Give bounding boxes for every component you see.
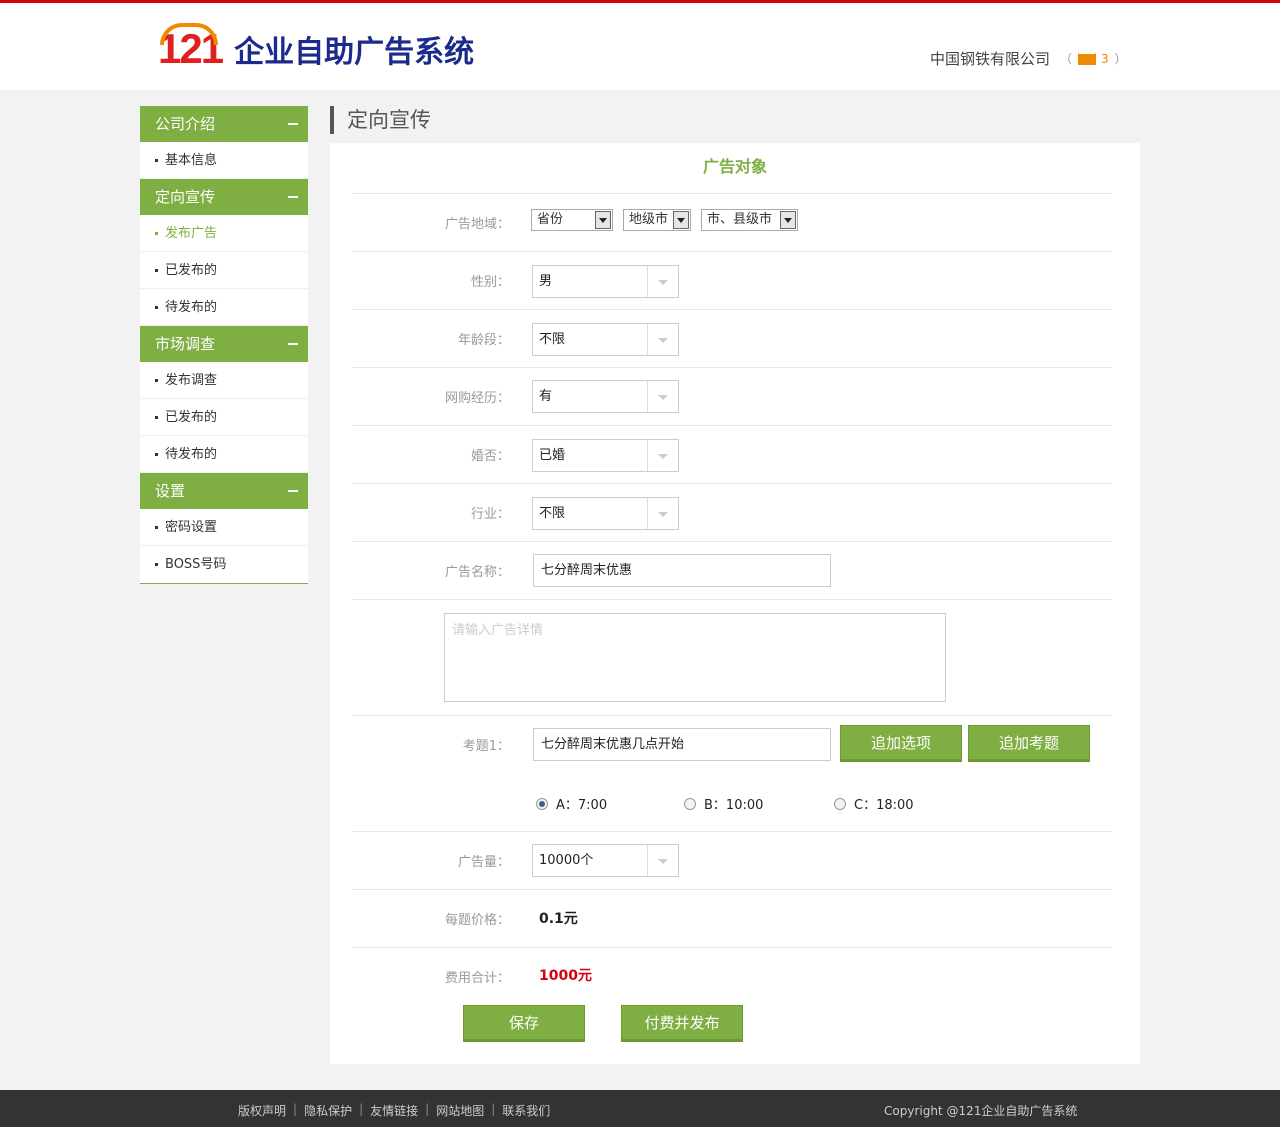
footer-separator: |	[359, 1102, 364, 1116]
divider	[352, 947, 1112, 948]
divider	[352, 483, 1112, 484]
logo-number: 121	[158, 23, 224, 72]
footer-separator: |	[491, 1102, 496, 1116]
collapse-icon[interactable]	[288, 343, 298, 345]
quantity-label: 广告量：	[457, 855, 510, 870]
marriage-label: 婚否：	[470, 449, 510, 464]
divider	[352, 367, 1112, 368]
save-button[interactable]: 保存	[463, 1005, 585, 1042]
sidebar-item-pending-surveys[interactable]: 待发布的	[140, 436, 308, 473]
footer-link-privacy[interactable]: 隐私保护	[304, 1102, 352, 1119]
gender-select[interactable]: 男	[532, 265, 679, 298]
chevron-down-icon	[658, 280, 668, 285]
region-label: 广告地域：	[444, 217, 510, 232]
option-c[interactable]: C：18:00	[834, 794, 914, 813]
divider	[352, 251, 1112, 252]
collapse-icon[interactable]	[288, 196, 298, 198]
company-name: 中国钢铁有限公司	[930, 50, 1051, 68]
sidebar-group-settings[interactable]: 设置	[140, 473, 308, 509]
sidebar-item-published-surveys[interactable]: 已发布的	[140, 399, 308, 436]
mail-link[interactable]: （ 3 ）	[1060, 50, 1127, 67]
chevron-down-icon	[658, 512, 668, 517]
sidebar-item-published-ads[interactable]: 已发布的	[140, 252, 308, 289]
mail-count: 3	[1101, 51, 1109, 66]
dropdown-arrow-icon	[595, 211, 611, 229]
company-info: 中国钢铁有限公司 （ 3 ）	[930, 48, 1127, 69]
header: 121 企业自助广告系统 中国钢铁有限公司 （ 3 ）	[0, 3, 1280, 90]
collapse-icon[interactable]	[288, 490, 298, 492]
divider	[352, 425, 1112, 426]
footer: 版权声明 | 隐私保护 | 友情链接 | 网站地图 | 联系我们 Copyrig…	[0, 1090, 1280, 1127]
industry-select[interactable]: 不限	[532, 497, 679, 530]
pay-publish-button[interactable]: 付费并发布	[621, 1005, 743, 1042]
page-title: 定向宣传	[330, 106, 431, 134]
total-label: 费用合计：	[444, 971, 510, 986]
radio-icon[interactable]	[684, 797, 696, 810]
shopping-label: 网购经历：	[444, 391, 510, 406]
sidebar-item-pending-ads[interactable]: 待发布的	[140, 289, 308, 326]
ad-name-label: 广告名称：	[444, 565, 510, 580]
copyright-text: Copyright @121企业自助广告系统	[884, 1104, 1078, 1118]
divider	[352, 541, 1112, 542]
total-value: 1000元	[539, 968, 592, 984]
chevron-down-icon	[658, 454, 668, 459]
option-a[interactable]: A：7:00	[536, 794, 607, 813]
logo-text: 企业自助广告系统	[234, 35, 475, 70]
divider	[352, 889, 1112, 890]
sidebar-item-publish-ad[interactable]: 发布广告	[140, 215, 308, 252]
sidebar-item-basic-info[interactable]: 基本信息	[140, 142, 308, 179]
age-select[interactable]: 不限	[532, 323, 679, 356]
city-select[interactable]: 地级市	[623, 209, 691, 231]
ad-form-panel: 广告对象 广告地域： 省份 地级市 市、县级市 性别： 男 年龄段： 不限 网购…	[330, 143, 1140, 1064]
footer-separator: |	[425, 1102, 430, 1116]
sidebar-item-boss-number[interactable]: BOSS号码	[140, 546, 308, 583]
price-label: 每题价格：	[444, 913, 510, 928]
marriage-select[interactable]: 已婚	[532, 439, 679, 472]
chevron-down-icon	[658, 338, 668, 343]
radio-icon[interactable]	[834, 797, 846, 810]
chevron-down-icon	[658, 859, 668, 864]
sidebar-item-password[interactable]: 密码设置	[140, 509, 308, 546]
collapse-icon[interactable]	[288, 123, 298, 125]
divider	[352, 193, 1112, 194]
add-option-button[interactable]: 追加选项	[840, 725, 962, 762]
footer-links: 版权声明 | 隐私保护 | 友情链接 | 网站地图 | 联系我们	[238, 1102, 550, 1119]
divider	[352, 715, 1112, 716]
dropdown-arrow-icon	[673, 211, 689, 229]
gender-label: 性别：	[470, 275, 510, 290]
ad-name-input[interactable]: 七分醉周末优惠	[533, 554, 831, 587]
dropdown-arrow-icon	[780, 211, 796, 229]
province-select[interactable]: 省份	[531, 209, 613, 231]
radio-selected-icon[interactable]	[536, 797, 548, 810]
age-label: 年龄段：	[457, 333, 510, 348]
county-select[interactable]: 市、县级市	[701, 209, 798, 231]
option-b[interactable]: B：10:00	[684, 794, 763, 813]
footer-link-contact[interactable]: 联系我们	[502, 1102, 550, 1119]
industry-label: 行业：	[470, 507, 510, 522]
sidebar-item-publish-survey[interactable]: 发布调查	[140, 362, 308, 399]
footer-separator: |	[293, 1102, 298, 1116]
divider	[352, 309, 1112, 310]
shopping-select[interactable]: 有	[532, 380, 679, 413]
quantity-select[interactable]: 10000个	[532, 844, 679, 877]
add-question-button[interactable]: 追加考题	[968, 725, 1090, 762]
sidebar-group-company[interactable]: 公司介绍	[140, 106, 308, 142]
footer-link-friends[interactable]: 友情链接	[370, 1102, 418, 1119]
logo[interactable]: 121 企业自助广告系统	[158, 23, 475, 73]
price-value: 0.1元	[539, 911, 578, 927]
sidebar-group-targeted[interactable]: 定向宣传	[140, 179, 308, 215]
question-label: 考题1：	[462, 739, 510, 754]
sidebar-group-survey[interactable]: 市场调查	[140, 326, 308, 362]
footer-link-sitemap[interactable]: 网站地图	[436, 1102, 484, 1119]
divider	[352, 599, 1112, 600]
chevron-down-icon	[658, 395, 668, 400]
ad-detail-textarea[interactable]: 请输入广告详情	[444, 613, 946, 702]
sidebar: 公司介绍 基本信息 定向宣传 发布广告 已发布的 待发布的 市场调查 发布调查 …	[140, 106, 308, 584]
section-title: 广告对象	[702, 157, 767, 176]
divider	[352, 831, 1112, 832]
mail-icon	[1078, 52, 1097, 65]
footer-link-copyright[interactable]: 版权声明	[238, 1102, 286, 1119]
question-input[interactable]: 七分醉周末优惠几点开始	[533, 728, 831, 761]
